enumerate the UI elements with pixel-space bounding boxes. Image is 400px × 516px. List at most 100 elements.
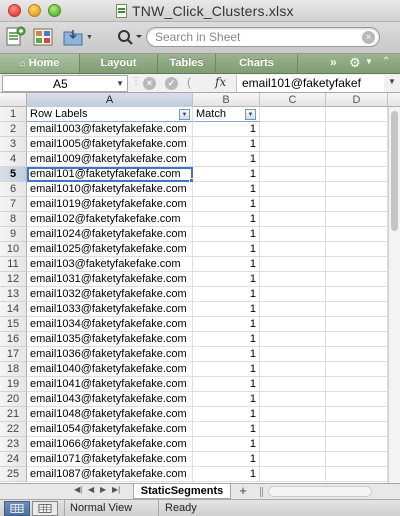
empty-cell[interactable] <box>260 107 326 122</box>
email-cell[interactable]: email1087@faketyfakefake.com <box>27 467 193 482</box>
match-cell[interactable]: 1 <box>193 242 260 257</box>
empty-cell[interactable] <box>326 257 388 272</box>
column-header-d[interactable]: D <box>326 93 388 107</box>
empty-cell[interactable] <box>326 152 388 167</box>
email-cell[interactable]: email1066@faketyfakefake.com <box>27 437 193 452</box>
empty-cell[interactable] <box>260 377 326 392</box>
empty-cell[interactable] <box>326 437 388 452</box>
empty-cell[interactable] <box>260 122 326 137</box>
match-cell[interactable]: 1 <box>193 422 260 437</box>
row-header[interactable]: 4 <box>0 152 27 167</box>
row-labels-filter-dropdown-icon[interactable]: ▼ <box>179 109 190 120</box>
match-cell[interactable]: 1 <box>193 137 260 152</box>
name-box[interactable]: A5 ▼ <box>2 75 128 92</box>
confirm-edit-icon[interactable]: ✓ <box>165 77 178 90</box>
match-cell[interactable]: 1 <box>193 317 260 332</box>
expand-formula-bar-arrow[interactable]: ▼ <box>388 77 396 86</box>
empty-cell[interactable] <box>260 437 326 452</box>
empty-cell[interactable] <box>326 242 388 257</box>
row-header[interactable]: 1 <box>0 107 27 122</box>
match-cell[interactable]: 1 <box>193 182 260 197</box>
row-header[interactable]: 20 <box>0 392 27 407</box>
column-header-b[interactable]: B <box>193 93 260 107</box>
email-cell[interactable]: email1025@faketyfakefake.com <box>27 242 193 257</box>
empty-cell[interactable] <box>326 122 388 137</box>
formula-builder-icon[interactable]: ( <box>187 75 191 89</box>
column-header-a[interactable]: A <box>27 93 193 107</box>
empty-cell[interactable] <box>326 317 388 332</box>
row-header[interactable]: 25 <box>0 467 27 482</box>
email-cell[interactable]: email1041@faketyfakefake.com <box>27 377 193 392</box>
empty-cell[interactable] <box>260 182 326 197</box>
empty-cell[interactable] <box>326 227 388 242</box>
empty-cell[interactable] <box>326 107 388 122</box>
open-folder-icon[interactable] <box>62 26 84 48</box>
row-header[interactable]: 19 <box>0 377 27 392</box>
empty-cell[interactable] <box>326 137 388 152</box>
row-header[interactable]: 12 <box>0 272 27 287</box>
empty-cell[interactable] <box>326 467 388 482</box>
email-cell[interactable]: email1043@faketyfakefake.com <box>27 392 193 407</box>
row-header[interactable]: 13 <box>0 287 27 302</box>
empty-cell[interactable] <box>260 317 326 332</box>
row-header[interactable]: 7 <box>0 197 27 212</box>
empty-cell[interactable] <box>260 137 326 152</box>
search-in-sheet-input[interactable]: Search in Sheet × <box>146 27 380 47</box>
email-cell[interactable]: email1009@faketyfakefake.com <box>27 152 193 167</box>
row-header[interactable]: 10 <box>0 242 27 257</box>
minimize-window-button[interactable] <box>28 4 41 17</box>
empty-cell[interactable] <box>260 227 326 242</box>
normal-view-icon[interactable] <box>4 501 30 516</box>
horizontal-split-handle[interactable] <box>260 487 263 497</box>
empty-cell[interactable] <box>326 362 388 377</box>
row-header[interactable]: 18 <box>0 362 27 377</box>
empty-cell[interactable] <box>326 287 388 302</box>
empty-cell[interactable] <box>326 392 388 407</box>
empty-cell[interactable] <box>260 212 326 227</box>
empty-cell[interactable] <box>326 377 388 392</box>
select-all-corner[interactable] <box>0 93 27 107</box>
formula-input[interactable]: email101@faketyfakef <box>236 75 384 92</box>
row-header[interactable]: 6 <box>0 182 27 197</box>
open-dropdown-arrow[interactable]: ▼ <box>86 34 93 41</box>
empty-cell[interactable] <box>326 212 388 227</box>
cancel-edit-icon[interactable]: × <box>143 77 156 90</box>
next-sheet-icon[interactable]: ▶ <box>100 485 106 494</box>
match-cell[interactable]: 1 <box>193 407 260 422</box>
empty-cell[interactable] <box>260 332 326 347</box>
empty-cell[interactable] <box>260 407 326 422</box>
first-sheet-icon[interactable]: ◀| <box>74 485 82 494</box>
empty-cell[interactable] <box>260 257 326 272</box>
row-header[interactable]: 23 <box>0 437 27 452</box>
tab-layout[interactable]: Layout <box>80 54 158 73</box>
gear-dropdown-arrow[interactable]: ▼ <box>365 57 373 66</box>
zoom-window-button[interactable] <box>48 4 61 17</box>
row-header[interactable]: 9 <box>0 227 27 242</box>
empty-cell[interactable] <box>326 272 388 287</box>
empty-cell[interactable] <box>260 452 326 467</box>
match-cell[interactable]: 1 <box>193 377 260 392</box>
email-cell[interactable]: email1035@faketyfakefake.com <box>27 332 193 347</box>
empty-cell[interactable] <box>326 422 388 437</box>
email-cell[interactable]: email1036@faketyfakefake.com <box>27 347 193 362</box>
page-layout-view-icon[interactable] <box>32 501 58 516</box>
match-cell[interactable]: 1 <box>193 332 260 347</box>
email-cell[interactable]: email1034@faketyfakefake.com <box>27 317 193 332</box>
match-cell[interactable]: 1 <box>193 272 260 287</box>
match-cell[interactable]: 1 <box>193 122 260 137</box>
row-header[interactable]: 15 <box>0 317 27 332</box>
email-cell[interactable]: email1031@faketyfakefake.com <box>27 272 193 287</box>
empty-cell[interactable] <box>260 287 326 302</box>
email-cell[interactable]: email1024@faketyfakefake.com <box>27 227 193 242</box>
row-header[interactable]: 14 <box>0 302 27 317</box>
email-cell[interactable]: email1032@faketyfakefake.com <box>27 287 193 302</box>
empty-cell[interactable] <box>260 347 326 362</box>
empty-cell[interactable] <box>260 392 326 407</box>
clear-search-icon[interactable]: × <box>362 31 375 44</box>
email-cell[interactable]: email1054@faketyfakefake.com <box>27 422 193 437</box>
tab-home[interactable]: ⌂ Home <box>0 54 80 73</box>
name-box-dropdown-arrow[interactable]: ▼ <box>116 79 124 88</box>
row-header[interactable]: 16 <box>0 332 27 347</box>
email-cell[interactable]: email1033@faketyfakefake.com <box>27 302 193 317</box>
match-cell[interactable]: 1 <box>193 467 260 482</box>
